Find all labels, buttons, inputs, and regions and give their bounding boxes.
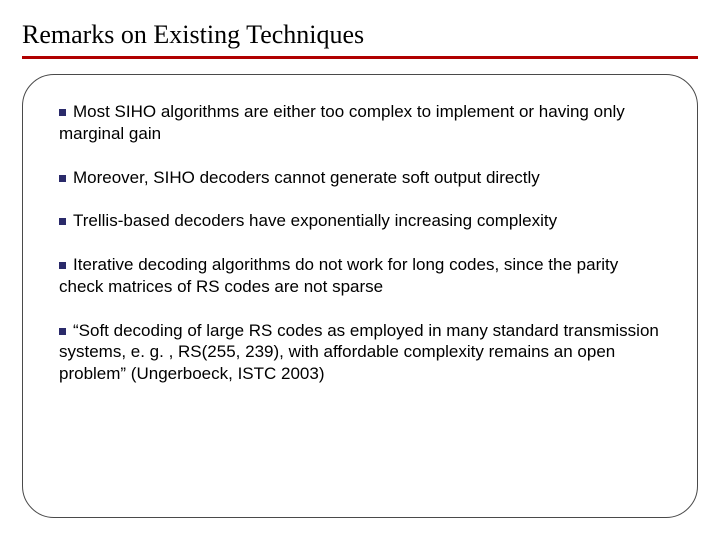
slide: Remarks on Existing Techniques Most SIHO…	[0, 0, 720, 540]
bullet-item: Moreover, SIHO decoders cannot generate …	[59, 167, 661, 189]
bullet-text: Iterative decoding algorithms do not wor…	[59, 255, 618, 296]
bullet-item: Most SIHO algorithms are either too comp…	[59, 101, 661, 145]
bullet-icon	[59, 109, 66, 116]
bullet-text: “Soft decoding of large RS codes as empl…	[59, 321, 659, 384]
bullet-text: Moreover, SIHO decoders cannot generate …	[73, 168, 540, 187]
bullet-icon	[59, 218, 66, 225]
bullet-item: Iterative decoding algorithms do not wor…	[59, 254, 661, 298]
content-frame: Most SIHO algorithms are either too comp…	[22, 74, 698, 518]
bullet-text: Trellis-based decoders have exponentiall…	[73, 211, 557, 230]
bullet-icon	[59, 175, 66, 182]
bullet-item: “Soft decoding of large RS codes as empl…	[59, 320, 661, 385]
bullet-item: Trellis-based decoders have exponentiall…	[59, 210, 661, 232]
bullet-icon	[59, 328, 66, 335]
bullet-icon	[59, 262, 66, 269]
bullet-text: Most SIHO algorithms are either too comp…	[59, 102, 625, 143]
title-underline	[22, 56, 698, 59]
slide-title: Remarks on Existing Techniques	[22, 20, 364, 50]
